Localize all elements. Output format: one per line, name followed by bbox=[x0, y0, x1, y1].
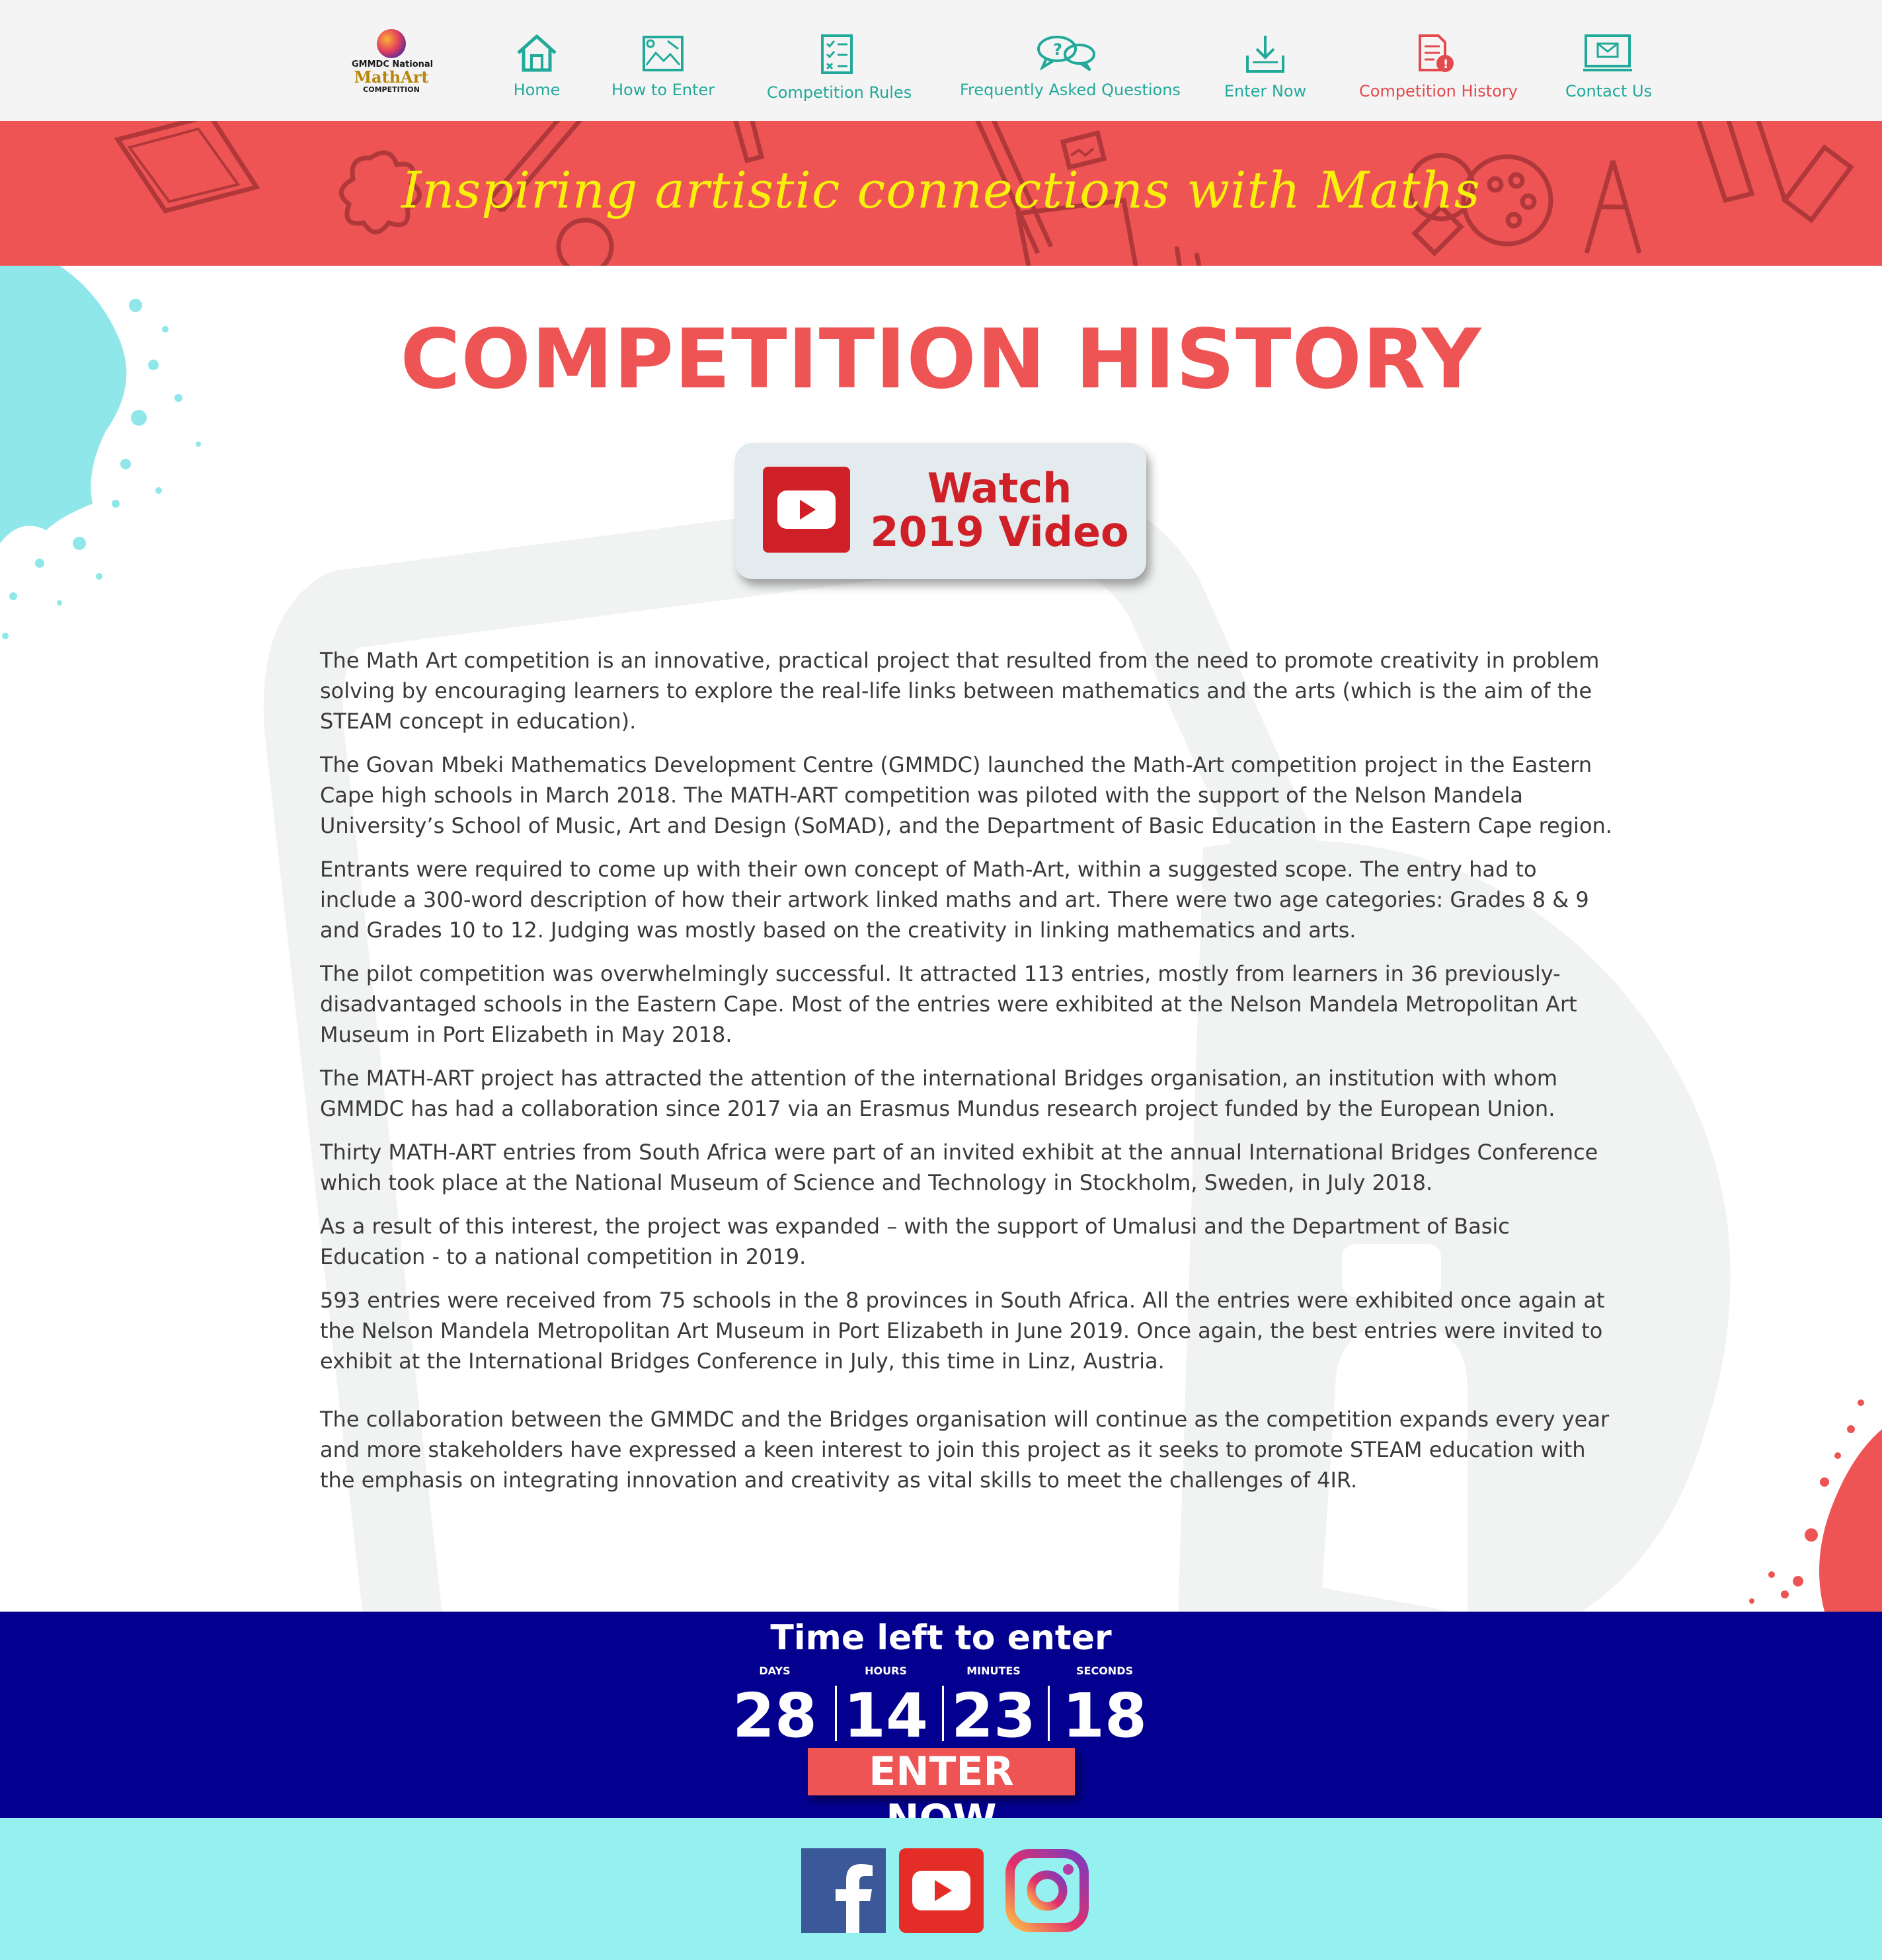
countdown-seconds-value: 18 bbox=[1062, 1680, 1148, 1751]
paragraph: The Math Art competition is an innovativ… bbox=[320, 648, 1600, 734]
nav-label-contact-us: Contact Us bbox=[1565, 82, 1653, 100]
paragraph: The collaboration between the GMMDC and … bbox=[320, 1407, 1610, 1493]
instagram-icon[interactable] bbox=[1005, 1848, 1089, 1933]
enter-now-button[interactable]: ENTER NOW bbox=[808, 1748, 1075, 1842]
paragraph: The MATH-ART project has attracted the a… bbox=[320, 1066, 1558, 1121]
youtube-icon[interactable] bbox=[899, 1848, 984, 1933]
logo-line3: COMPETITION bbox=[363, 85, 420, 94]
watch-video-line1: Watch bbox=[927, 464, 1072, 512]
paragraph: As a result of this interest, the projec… bbox=[320, 1214, 1510, 1269]
youtube-play-icon bbox=[763, 467, 850, 553]
hero-banner: Inspiring artistic connections with Math… bbox=[0, 121, 1882, 266]
svg-text:!: ! bbox=[1443, 58, 1448, 71]
home-icon bbox=[517, 34, 557, 72]
download-tray-icon bbox=[1246, 36, 1284, 73]
watch-video-line2: 2019 Video bbox=[870, 508, 1129, 556]
paragraph: Thirty MATH-ART entries from South Afric… bbox=[320, 1140, 1598, 1195]
countdown-title: Time left to enter bbox=[770, 1618, 1112, 1658]
chat-bubbles-icon: ? bbox=[1037, 36, 1095, 71]
countdown-section: Time left to enter DAYS 28 HOURS 14 MINU… bbox=[0, 1612, 1882, 1842]
main-content: COMPETITION HISTORY Watch 2019 Video The… bbox=[0, 266, 1882, 1612]
nav-label-faq: Frequently Asked Questions bbox=[960, 81, 1181, 99]
svg-text:?: ? bbox=[1053, 40, 1062, 59]
nav-item-enter-now[interactable]: Enter Now bbox=[1223, 33, 1308, 100]
drawing-board-icon bbox=[643, 36, 684, 71]
logo-line2: MathArt bbox=[354, 67, 429, 87]
paragraph: 593 entries were received from 75 school… bbox=[320, 1288, 1605, 1374]
nav-item-contact-us[interactable]: Contact Us bbox=[1565, 33, 1653, 100]
nav-label-competition-history: Competition History bbox=[1359, 82, 1518, 100]
email-screen-icon bbox=[1583, 34, 1632, 71]
countdown-hours: HOURS 14 bbox=[836, 1665, 935, 1748]
checklist-icon bbox=[821, 34, 853, 74]
countdown-minutes: MINUTES 23 bbox=[944, 1665, 1043, 1748]
site-logo[interactable]: GMMDC National MathArt COMPETITION bbox=[352, 29, 433, 102]
nav-item-faq[interactable]: ? Frequently Asked Questions bbox=[960, 33, 1181, 99]
countdown-separator bbox=[1048, 1686, 1050, 1741]
nav-item-competition-history[interactable]: ! Competition History bbox=[1359, 33, 1518, 100]
countdown-days-value: 28 bbox=[732, 1680, 818, 1751]
top-navigation: GMMDC National MathArt COMPETITION Home … bbox=[0, 0, 1882, 121]
nav-label-how-to-enter: How to Enter bbox=[611, 81, 715, 99]
watch-video-button[interactable]: Watch 2019 Video bbox=[735, 443, 1146, 579]
facebook-icon[interactable] bbox=[801, 1848, 886, 1933]
nav-item-home[interactable]: Home bbox=[509, 33, 565, 99]
paragraph: The Govan Mbeki Mathematics Development … bbox=[320, 752, 1612, 838]
nav-label-home: Home bbox=[513, 81, 561, 99]
countdown-minutes-value: 23 bbox=[951, 1680, 1037, 1751]
nav-label-enter-now: Enter Now bbox=[1224, 82, 1307, 100]
nav-item-competition-rules[interactable]: Competition Rules bbox=[767, 33, 912, 102]
paragraph: Entrants were required to come up with t… bbox=[320, 857, 1589, 943]
page-title: COMPETITION HISTORY bbox=[400, 312, 1482, 407]
countdown-days: DAYS 28 bbox=[725, 1665, 824, 1748]
logo-globe-icon bbox=[377, 29, 406, 58]
footer bbox=[0, 1818, 1882, 1960]
document-alert-icon: ! bbox=[1419, 34, 1454, 72]
nav-label-competition-rules: Competition Rules bbox=[767, 83, 912, 102]
countdown-seconds: SECONDS 18 bbox=[1055, 1665, 1154, 1748]
countdown-hours-value: 14 bbox=[843, 1680, 929, 1751]
nav-item-how-to-enter[interactable]: How to Enter bbox=[611, 33, 715, 99]
watch-video-label: Watch 2019 Video bbox=[867, 467, 1132, 554]
banner-tagline: Inspiring artistic connections with Math… bbox=[401, 161, 1481, 219]
history-text: The Math Art competition is an innovativ… bbox=[320, 645, 1616, 1509]
paragraph: The pilot competition was overwhelmingly… bbox=[320, 961, 1577, 1047]
